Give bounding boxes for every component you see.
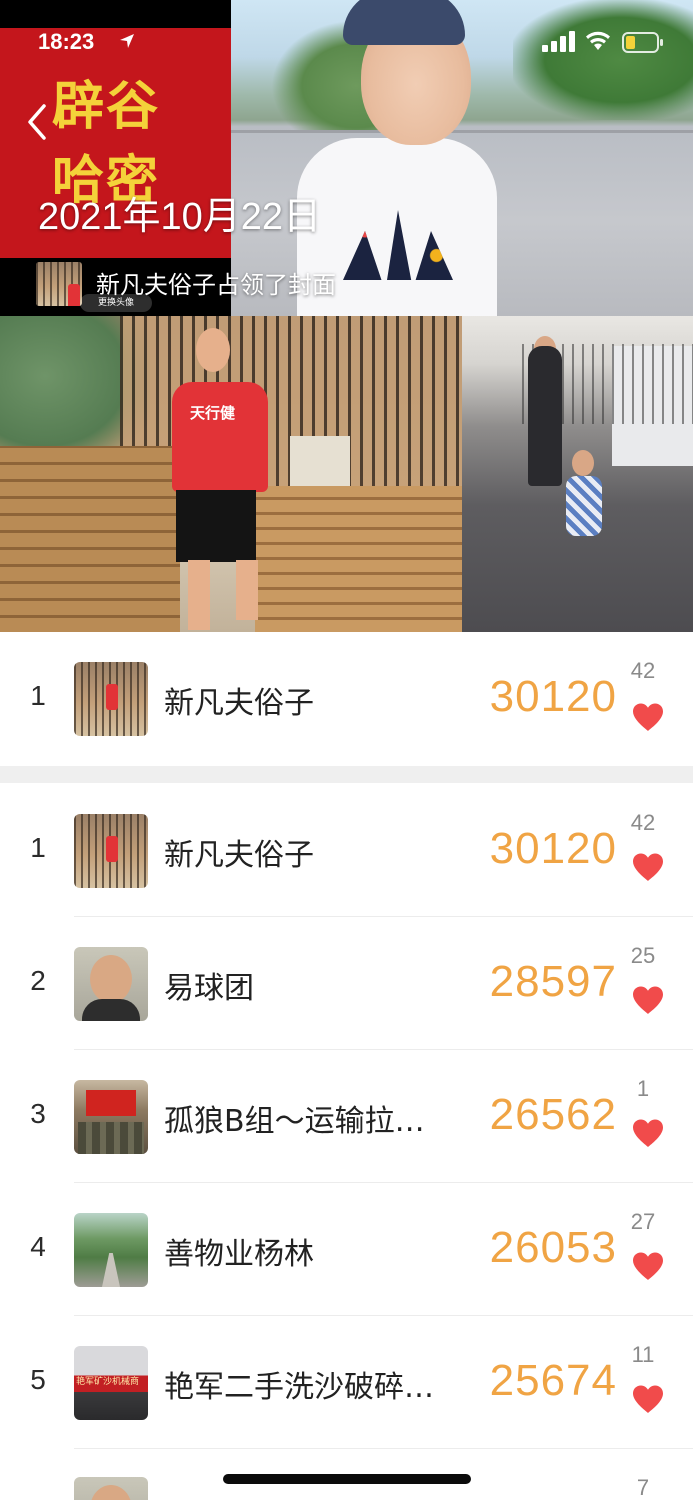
step-count: 28597 [489, 957, 617, 1006]
home-indicator[interactable] [223, 1474, 471, 1484]
step-count: 30120 [489, 824, 617, 873]
status-time: 18:23 [38, 29, 95, 54]
heart-icon[interactable] [631, 1384, 665, 1414]
cover-owner-text: 新凡夫俗子占领了封面 [96, 271, 336, 299]
background-trees [513, 0, 693, 120]
man-shirt [172, 382, 268, 492]
man-leg [188, 560, 210, 630]
cover-owner-avatar[interactable] [36, 262, 82, 306]
rank-number: 3 [30, 1098, 46, 1129]
like-count: 27 [630, 1209, 656, 1234]
avatar[interactable] [74, 947, 148, 1021]
wooden-bench [255, 486, 462, 632]
avatar[interactable] [74, 1080, 148, 1154]
toddler-head [572, 450, 594, 476]
like-count: 11 [631, 1342, 655, 1367]
step-count: 26562 [489, 1090, 617, 1139]
step-count: 30120 [489, 672, 617, 721]
status-bar-background [0, 0, 231, 28]
ranking-row[interactable]: 4 善物业杨林 26053 27 [0, 1183, 693, 1316]
user-name: 易球团 [164, 971, 254, 1006]
user-name: 善物业杨林 [164, 1237, 314, 1272]
like-count: 42 [630, 658, 656, 683]
step-count: 25674 [489, 1356, 617, 1405]
heart-icon[interactable] [631, 1251, 665, 1281]
avatar[interactable] [74, 1477, 148, 1500]
man-head [196, 328, 230, 372]
heart-icon[interactable] [631, 852, 665, 882]
cover-date: 2021年10月22日 [38, 196, 322, 238]
avatar[interactable]: 艳军矿沙机械商 [74, 1346, 148, 1420]
user-name: 新凡夫俗子 [164, 686, 314, 721]
cover-photo-bridge: 天行健 [0, 316, 462, 632]
rank-number: 4 [30, 1231, 46, 1262]
user-name: 艳军二手洗沙破碎… [164, 1370, 434, 1405]
like-count: 42 [630, 810, 656, 835]
like-count: 7 [636, 1475, 650, 1500]
rank-number: 2 [30, 965, 46, 996]
shop-sign-text: 艳军矿沙机械商 [76, 1377, 140, 1387]
avatar[interactable] [74, 1213, 148, 1287]
ranking-row[interactable]: 3 孤狼B组～运输拉… 26562 1 [0, 1050, 693, 1183]
chevron-left-icon[interactable] [22, 100, 52, 144]
location-arrow-icon [120, 34, 134, 48]
man-shorts [176, 490, 256, 562]
ranking-row[interactable]: 5 艳军矿沙机械商 艳军二手洗沙破碎… 25674 11 [0, 1316, 693, 1449]
user-name: 孤狼B组～运输拉… [164, 1104, 425, 1139]
child-cap [343, 0, 465, 45]
wifi-icon [586, 31, 610, 50]
cover-photo-street [462, 316, 693, 632]
like-count: 25 [630, 943, 656, 968]
heart-icon[interactable] [631, 702, 665, 732]
ranking-row[interactable]: 2 易球团 28597 25 [0, 917, 693, 1050]
shirt-text: 天行健 [190, 404, 236, 422]
woman-walking [528, 346, 562, 486]
toddler-walking [566, 476, 602, 536]
heart-icon[interactable] [631, 985, 665, 1015]
man-leg [236, 560, 258, 620]
cover-area: 辟谷 哈密 天行健 18:23 2021年10月22日 更换头像 新凡夫俗子占领… [0, 0, 693, 632]
my-rank-row[interactable]: 1 新凡夫俗子 30120 42 [0, 632, 693, 765]
avatar[interactable] [74, 814, 148, 888]
wooden-bench [0, 446, 180, 632]
like-count: 1 [636, 1076, 650, 1101]
cellular-signal-icon [542, 31, 575, 52]
rank-number: 1 [30, 680, 46, 711]
avatar[interactable] [74, 662, 148, 736]
section-divider [0, 766, 693, 783]
step-count: 26053 [489, 1223, 617, 1272]
battery-low-icon [622, 32, 663, 53]
cover-title-line1: 辟谷 [52, 76, 161, 137]
road-edge [231, 130, 693, 133]
user-name: 新凡夫俗子 [164, 838, 314, 873]
rank-number: 5 [30, 1364, 46, 1395]
ranking-row[interactable]: 1 新凡夫俗子 30120 42 [0, 784, 693, 917]
heart-icon[interactable] [631, 1118, 665, 1148]
rank-number: 1 [30, 832, 46, 863]
